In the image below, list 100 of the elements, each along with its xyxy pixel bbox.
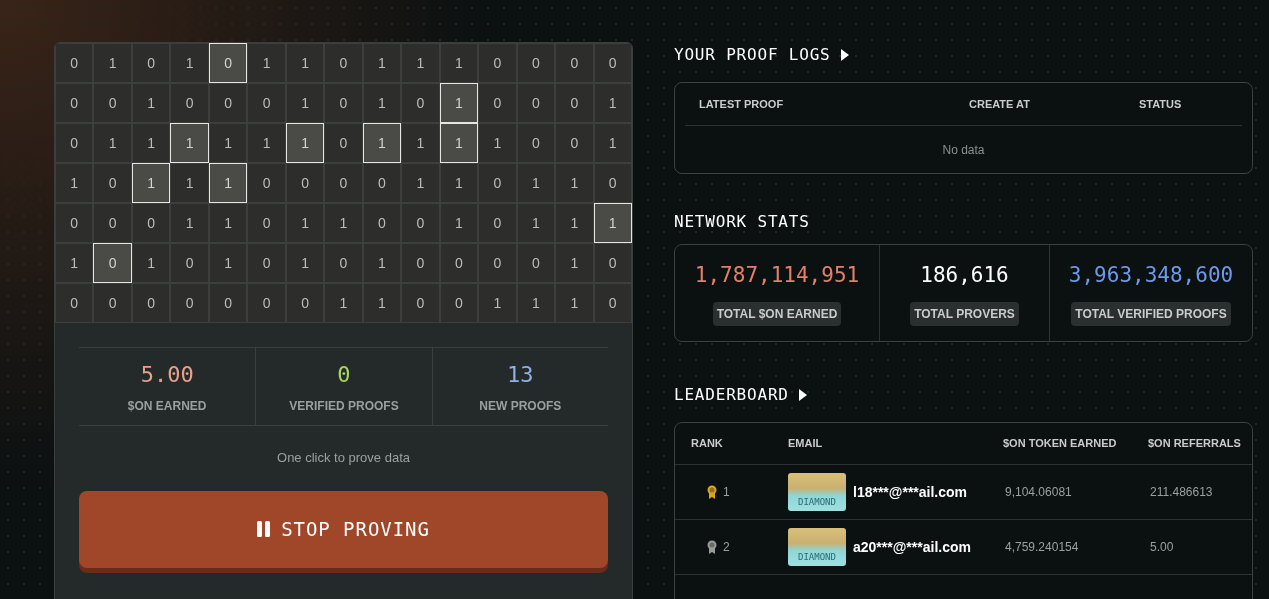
stat-value: 186,616 (920, 262, 1009, 290)
stat-label: $ON EARNED (127, 398, 207, 415)
bit-cell: 1 (285, 123, 325, 163)
stat-label: VERIFIED PROOFS (289, 398, 399, 415)
section-title: LEADERBOARD (674, 384, 789, 406)
bit-cell: 0 (208, 283, 248, 323)
stat-value: 13 (507, 361, 534, 389)
bit-cell: 1 (170, 203, 209, 243)
bit-cell: 0 (555, 43, 594, 83)
bit-cell: 1 (401, 43, 440, 83)
bit-cell: 1 (93, 43, 132, 83)
bit-cell: 1 (285, 203, 325, 243)
column-header: $ON REFERRALS (1148, 436, 1242, 452)
bit-cell: 0 (324, 43, 363, 83)
bit-cell: 1 (131, 123, 171, 163)
bit-cell: 1 (439, 43, 479, 83)
bit-cell: 1 (208, 203, 248, 243)
bit-cell: 0 (593, 283, 632, 323)
hint-text: One click to prove data (276, 449, 411, 467)
bit-cell: 1 (516, 163, 556, 203)
bit-cell: 0 (170, 283, 209, 323)
stat-value: 3,963,348,600 (1068, 262, 1234, 290)
bit-cell: 1 (362, 83, 402, 123)
bit-cell: 0 (93, 283, 132, 323)
bit-cell: 1 (439, 123, 479, 163)
stat-label: TOTAL $ON EARNED (712, 301, 842, 326)
play-icon[interactable] (798, 389, 807, 401)
referrals-value: 211.486613 (1149, 484, 1214, 501)
bit-cell: 0 (247, 83, 286, 123)
bit-cell: 0 (401, 243, 440, 283)
bit-cell: 1 (285, 43, 325, 83)
bit-cell: 0 (478, 43, 517, 83)
stat-value: 1,787,114,951 (694, 262, 860, 290)
bit-cell: 1 (170, 43, 209, 83)
rank-number: 2 (723, 539, 730, 556)
bit-cell: 0 (247, 203, 286, 243)
bit-cell: 1 (55, 243, 94, 283)
bit-cell: 1 (555, 283, 594, 323)
bit-cell: 0 (247, 283, 286, 323)
user-email: l18***@***ail.com (853, 482, 968, 502)
bit-cell: 0 (285, 283, 325, 323)
bit-cell: 0 (593, 163, 632, 203)
section-title: NETWORK STATS (674, 211, 811, 233)
bit-cell: 1 (439, 163, 479, 203)
bit-cell: 1 (324, 203, 363, 243)
bit-cell: 0 (593, 43, 632, 83)
bit-cell: 1 (208, 163, 248, 203)
bit-cell: 0 (93, 243, 132, 283)
bit-cell: 1 (555, 243, 594, 283)
bit-cell: 1 (93, 123, 132, 163)
bit-cell: 1 (555, 203, 594, 243)
bit-cell: 1 (324, 283, 363, 323)
bit-cell: 1 (478, 283, 517, 323)
column-header: RANK (691, 436, 724, 452)
bit-cell: 1 (593, 83, 632, 123)
bit-cell: 1 (555, 163, 594, 203)
bit-cell: 1 (131, 163, 171, 203)
pause-icon (257, 521, 272, 537)
section-title: YOUR PROOF LOGS (674, 44, 831, 66)
bit-cell: 1 (401, 123, 440, 163)
bit-cell: 1 (516, 283, 556, 323)
bit-cell: 0 (555, 123, 594, 163)
bit-cell: 1 (439, 83, 479, 123)
stat-value: 5.00 (140, 361, 194, 389)
bit-cell: 0 (516, 83, 556, 123)
column-header: LATEST PROOF (699, 96, 785, 112)
bit-cell: 0 (55, 83, 94, 123)
bit-cell: 0 (478, 163, 517, 203)
bit-cell: 0 (55, 123, 94, 163)
bit-cell: 0 (93, 83, 132, 123)
referrals-value: 5.00 (1149, 539, 1175, 556)
stat-label: TOTAL VERIFIED PROOFS (1071, 301, 1231, 326)
stat-label: TOTAL PROVERS (910, 301, 1019, 326)
bit-cell: 0 (170, 83, 209, 123)
bit-cell: 1 (131, 83, 171, 123)
column-header: EMAIL (788, 436, 824, 452)
bit-cell: 0 (324, 163, 363, 203)
bit-cell: 0 (362, 203, 402, 243)
bit-cell: 1 (208, 243, 248, 283)
bit-cell: 1 (593, 203, 632, 243)
bit-cell: 1 (362, 243, 402, 283)
bit-cell: 1 (593, 123, 632, 163)
bit-cell: 1 (285, 243, 325, 283)
play-icon[interactable] (840, 49, 849, 61)
bit-cell: 1 (362, 123, 402, 163)
earned-value: 9,104.06081 (1004, 484, 1073, 501)
bit-cell: 1 (55, 163, 94, 203)
empty-text: No data (941, 142, 986, 159)
bit-cell: 0 (285, 163, 325, 203)
column-header: STATUS (1139, 96, 1183, 112)
bit-cell: 1 (439, 203, 479, 243)
bit-cell: 0 (131, 43, 171, 83)
bit-cell: 0 (555, 83, 594, 123)
bit-cell: 0 (208, 83, 248, 123)
bit-cell: 0 (324, 243, 363, 283)
bit-cell: 0 (516, 243, 556, 283)
user-email: a20***@***ail.com (853, 537, 971, 557)
bit-cell: 0 (324, 123, 363, 163)
bit-cell: 1 (516, 203, 556, 243)
bit-cell: 0 (401, 83, 440, 123)
